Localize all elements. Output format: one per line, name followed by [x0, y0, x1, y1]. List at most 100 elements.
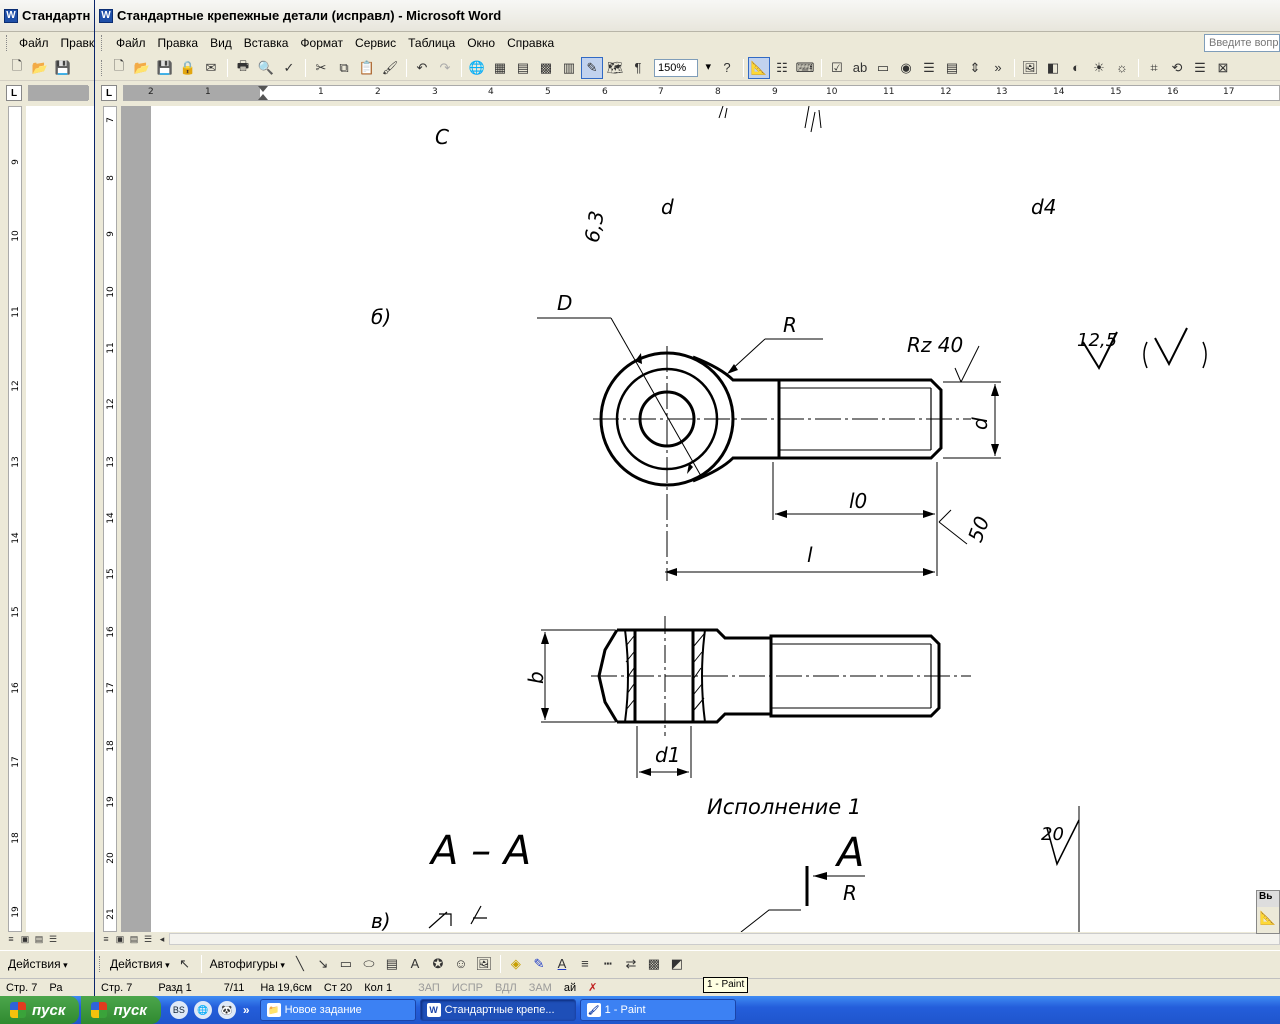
normal-view-icon[interactable]: ≡ [4, 933, 18, 945]
taskbar-item-word[interactable]: W Стандартные крепе... [419, 999, 576, 1021]
design-mode-icon[interactable]: 📐 [748, 56, 770, 79]
document-map-icon[interactable]: 🗺 [604, 57, 626, 79]
oval-icon[interactable]: ⬭ [358, 953, 380, 975]
new-document-icon[interactable]: 🗋 [6, 57, 28, 79]
menu-window[interactable]: Окно [461, 36, 501, 50]
first-line-indent-marker[interactable] [258, 86, 268, 92]
undo-icon[interactable]: ↶ [411, 57, 433, 79]
web-view-icon[interactable]: ▣ [113, 933, 127, 945]
rotate-icon[interactable]: ⟲ [1166, 57, 1188, 79]
design-mode-icon[interactable]: 📐 [1257, 907, 1279, 929]
line-icon[interactable]: ╲ [289, 953, 311, 975]
start-button-background[interactable]: пуск [0, 996, 80, 1024]
permission-icon[interactable]: 🔒 [177, 57, 199, 79]
insert-excel-icon[interactable]: ▩ [535, 57, 557, 79]
document-area[interactable]: C d d4 6,3 б) D R Rz 40 12,5 d l0 50 l b… [121, 106, 1280, 932]
outline-view-icon[interactable]: ☰ [141, 933, 155, 945]
more-controls-icon[interactable]: » [987, 57, 1009, 79]
ask-question-input[interactable]: Введите вопрос [1204, 34, 1280, 52]
color-icon[interactable]: ◧ [1042, 57, 1064, 79]
redo-icon[interactable]: ↷ [434, 57, 456, 79]
columns-icon[interactable]: ▥ [558, 57, 580, 79]
taskbar-item-new-task[interactable]: 📁 Новое задание [259, 999, 416, 1021]
status-overtype[interactable]: ЗАМ [523, 982, 558, 994]
help-icon[interactable]: ? [716, 57, 738, 79]
open-folder-icon[interactable]: 📂 [131, 57, 153, 79]
print-view-icon[interactable]: ▤ [127, 933, 141, 945]
word-icon[interactable]: W [99, 8, 113, 23]
view-code-icon[interactable]: ⌨ [794, 57, 816, 79]
copy-icon[interactable]: ⧉ [333, 57, 355, 79]
menu-edit[interactable]: Правка [152, 36, 205, 50]
insert-table-icon[interactable]: ▤ [512, 57, 534, 79]
background-vertical-ruler[interactable]: 9 10 11 12 13 14 15 16 17 18 19 [8, 106, 22, 932]
select-objects-icon[interactable]: ↖ [174, 953, 196, 975]
left-indent-marker[interactable] [258, 94, 268, 100]
font-color-icon[interactable]: A [551, 953, 573, 975]
line-style-icon[interactable]: ☰ [1189, 57, 1211, 79]
menu-insert[interactable]: Вставка [238, 36, 295, 50]
background-menu-edit[interactable]: Правк [55, 36, 94, 50]
combobox-control-icon[interactable]: ▤ [941, 57, 963, 79]
menu-help[interactable]: Справка [501, 36, 560, 50]
word-window[interactable]: W Стандартные крепежные детали (исправл)… [94, 0, 1280, 996]
insert-picture-icon[interactable]: 🖼 [1019, 57, 1041, 79]
actions-menu[interactable]: Действия [106, 957, 174, 971]
cut-icon[interactable]: ✂ [310, 57, 332, 79]
fill-color-icon[interactable]: ◈ [505, 953, 527, 975]
compress-icon[interactable]: ⊠ [1212, 57, 1234, 79]
horizontal-ruler[interactable]: 2 1 1 2 3 4 5 6 7 8 9 10 11 12 13 14 15 … [123, 85, 1280, 101]
properties-icon[interactable]: ☷ [771, 57, 793, 79]
tables-borders-icon[interactable]: ▦ [489, 57, 511, 79]
diagram-icon[interactable]: ✪ [427, 953, 449, 975]
zoom-select[interactable]: 150% [654, 58, 711, 77]
spelling-status-icon[interactable]: ✗ [582, 981, 603, 994]
background-horizontal-ruler[interactable] [28, 85, 89, 101]
textbox-icon[interactable]: ▤ [381, 953, 403, 975]
drawing-toggle-icon[interactable]: ✎ [581, 56, 603, 79]
tab-selector[interactable]: L [6, 85, 22, 101]
menu-table[interactable]: Таблица [402, 36, 461, 50]
open-folder-icon[interactable]: 📂 [29, 57, 51, 79]
contrast-icon[interactable]: ◐ [1065, 57, 1087, 79]
background-title-bar[interactable]: W Стандартн [0, 0, 94, 32]
brightness-down-icon[interactable]: ☼ [1111, 57, 1133, 79]
scroll-left-icon[interactable]: ◂ [155, 933, 169, 945]
new-document-icon[interactable]: 🗋 [108, 57, 130, 79]
menu-tools[interactable]: Сервис [349, 36, 402, 50]
background-word-window[interactable]: W Стандартн Файл Правк 🗋 📂 💾 L 9 10 11 1… [0, 0, 96, 1024]
checkbox-control-icon[interactable]: ☑ [826, 57, 848, 79]
rectangle-icon[interactable]: ▭ [335, 953, 357, 975]
hyperlink-icon[interactable]: 🌐 [466, 57, 488, 79]
quick-launch-app-icon[interactable]: BS [169, 1001, 188, 1019]
arrow-icon[interactable]: ↘ [312, 953, 334, 975]
outline-view-icon[interactable]: ☰ [46, 933, 60, 945]
normal-view-icon[interactable]: ≡ [99, 933, 113, 945]
shadow-icon[interactable]: ▩ [643, 953, 665, 975]
button-control-icon[interactable]: ▭ [872, 57, 894, 79]
background-document-area[interactable] [26, 106, 94, 932]
picture-icon[interactable]: 🖼 [473, 953, 495, 975]
paste-icon[interactable]: 📋 [356, 57, 378, 79]
status-extend[interactable]: ВДЛ [489, 982, 523, 994]
title-bar[interactable]: W Стандартные крепежные детали (исправл)… [95, 0, 1280, 32]
brightness-icon[interactable]: ☀ [1088, 57, 1110, 79]
more-quick-launch-icon[interactable]: » [243, 1003, 250, 1017]
start-button[interactable]: пуск [81, 996, 161, 1024]
background-actions-menu[interactable]: Действия [4, 957, 72, 971]
menu-file[interactable]: Файл [110, 36, 152, 50]
background-menu-file[interactable]: Файл [13, 36, 55, 50]
horizontal-scrollbar[interactable] [169, 933, 1280, 945]
radio-control-icon[interactable]: ◉ [895, 57, 917, 79]
autoshapes-menu[interactable]: Автофигуры [206, 957, 289, 971]
format-painter-icon[interactable]: 🖌 [379, 57, 401, 79]
print-view-icon[interactable]: ▤ [32, 933, 46, 945]
tab-selector[interactable]: L [101, 85, 117, 101]
toggle-control-icon[interactable]: ⇕ [964, 57, 986, 79]
web-view-icon[interactable]: ▣ [18, 933, 32, 945]
vertical-ruler[interactable]: 7 8 9 10 11 12 13 14 15 16 17 18 19 20 2… [103, 106, 117, 932]
line-color-icon[interactable]: ✎ [528, 953, 550, 975]
floating-toolbar[interactable]: Вь 📐 [1256, 890, 1280, 934]
print-icon[interactable]: 🖶 [232, 57, 254, 79]
panda-icon[interactable]: 🐼 [217, 1001, 236, 1019]
